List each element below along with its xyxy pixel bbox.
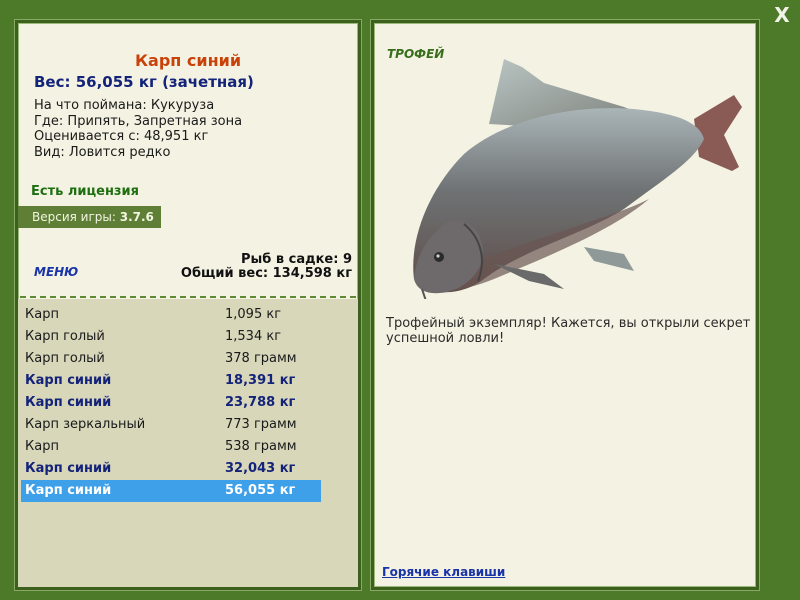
fish-name: Карп голый xyxy=(25,329,105,344)
fish-weight-value: 378 грамм xyxy=(225,351,297,366)
fish-weight-value: 1,095 кг xyxy=(225,307,282,322)
cage-total-weight: Общий вес: 134,598 кг xyxy=(180,266,352,281)
fish-weight-value: 18,391 кг xyxy=(225,373,296,388)
version-label: Версия игры: xyxy=(32,210,116,224)
fish-row[interactable]: Карп зеркальный 773 грамм xyxy=(21,414,321,436)
fish-weight-value: 32,043 кг xyxy=(225,461,296,476)
fish-weight: Вес: 56,055 кг (зачетная) xyxy=(34,73,254,91)
bait-info: На что поймана: Кукуруза xyxy=(34,98,215,113)
fish-row[interactable]: Карп 1,095 кг xyxy=(21,304,321,326)
fish-name: Карп голый xyxy=(25,351,105,366)
close-icon[interactable]: X xyxy=(774,3,789,27)
fish-name: Карп синий xyxy=(25,483,112,498)
version-value: 3.7.6 xyxy=(119,210,154,224)
fish-weight-value: 56,055 кг xyxy=(225,483,296,498)
fish-name: Карп синий xyxy=(25,373,112,388)
close-button[interactable]: X xyxy=(772,4,792,26)
fish-name: Карп xyxy=(25,439,59,454)
fish-name: Карп xyxy=(25,307,59,322)
species-rarity-info: Вид: Ловится редко xyxy=(34,145,171,160)
fish-weight-value: 23,788 кг xyxy=(225,395,296,410)
fish-list: Карп 1,095 кг Карп голый 1,534 кг Карп голый… xyxy=(18,299,358,587)
carp-fish-image xyxy=(413,59,742,299)
fish-name: Карп синий xyxy=(25,461,112,476)
fish-name: Карп синий xyxy=(25,395,112,410)
fish-row[interactable]: Карп голый 378 грамм xyxy=(21,348,321,370)
catch-info-panel: Карп синий Вес: 56,055 кг (зачетная) На … xyxy=(15,20,361,590)
fish-row[interactable]: Карп синий 32,043 кг xyxy=(21,458,321,480)
fish-weight-value: 538 грамм xyxy=(225,439,297,454)
fish-row[interactable]: Карп синий 18,391 кг xyxy=(21,370,321,392)
fish-row[interactable]: Карп голый 1,534 кг xyxy=(21,326,321,348)
cage-count: Рыб в садке: 9 xyxy=(240,252,352,267)
cage-summary: Рыб в садке: 9 Общий вес: 134,598 кг xyxy=(181,253,352,281)
hotkeys-link[interactable]: Горячие клавиши xyxy=(382,565,505,579)
fish-row[interactable]: Карп синий 23,788 кг xyxy=(21,392,321,414)
fish-weight-value: 1,534 кг xyxy=(225,329,282,344)
version-bar: Версия игры: 3.7.6 xyxy=(18,206,161,228)
trophy-panel: ТРОФЕЙ Трофейный экземпляр! Кажется, вы … xyxy=(371,20,759,590)
license-status: Есть лицензия xyxy=(31,184,139,199)
trophy-description: Трофейный экземпляр! Кажется, вы открыли… xyxy=(386,316,751,346)
valued-info: Оценивается с: 48,951 кг xyxy=(34,129,209,144)
fish-weight-value: 773 грамм xyxy=(225,417,297,432)
menu-button[interactable]: МЕНЮ xyxy=(34,265,78,279)
fish-row-selected[interactable]: Карп синий 56,055 кг xyxy=(21,480,321,502)
fish-row[interactable]: Карп 538 грамм xyxy=(21,436,321,458)
fish-name: Карп зеркальный xyxy=(25,417,146,432)
divider xyxy=(20,296,356,298)
fish-title: Карп синий xyxy=(134,51,242,70)
location-info: Где: Припять, Запретная зона xyxy=(34,114,243,129)
